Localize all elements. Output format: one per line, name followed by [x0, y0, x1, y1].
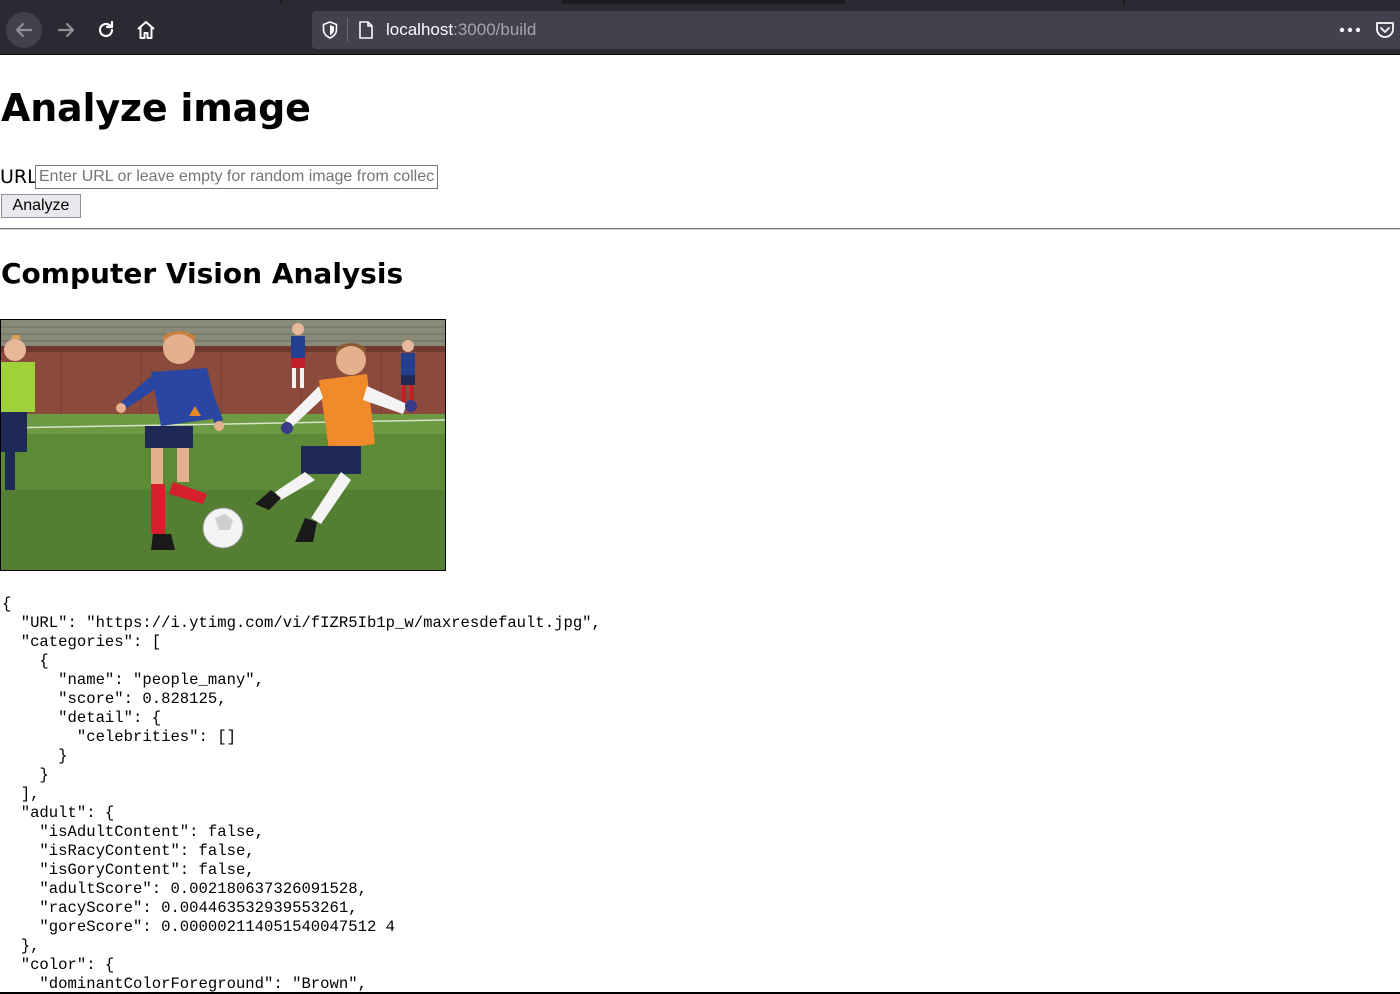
shield-icon[interactable] — [320, 20, 340, 40]
url-host: localhost — [386, 20, 454, 39]
url-path: :3000/build — [453, 20, 537, 39]
analysis-json-output: { "URL": "https://i.ytimg.com/vi/fIZR5Ib… — [2, 595, 601, 993]
analyze-button[interactable]: Analyze — [1, 194, 81, 218]
pocket-icon[interactable] — [1374, 19, 1396, 41]
page-actions-button[interactable] — [1336, 19, 1364, 41]
page-title: Analyze image — [1, 86, 311, 130]
reload-button[interactable] — [88, 12, 124, 48]
forward-button[interactable] — [48, 12, 84, 48]
tab[interactable] — [282, 0, 562, 4]
home-icon — [137, 21, 155, 39]
browser-toolbar: localhost:3000/build — [0, 0, 1400, 55]
reload-icon — [98, 20, 114, 38]
more-dots-icon — [1339, 27, 1361, 33]
arrow-left-icon — [15, 22, 33, 38]
page-icon[interactable] — [357, 20, 375, 40]
url-text[interactable]: localhost:3000/build — [386, 20, 536, 40]
tab[interactable] — [0, 0, 280, 4]
section-title: Computer Vision Analysis — [1, 257, 404, 290]
address-bar[interactable]: localhost:3000/build — [312, 11, 1400, 49]
tab[interactable] — [1125, 0, 1400, 4]
soccer-photo — [1, 320, 445, 570]
horizontal-rule — [0, 228, 1400, 230]
url-label: URL — [0, 166, 38, 188]
tab-strip — [0, 0, 1400, 4]
home-button[interactable] — [128, 12, 164, 48]
urlbar-separator — [347, 18, 348, 42]
url-input[interactable] — [35, 165, 438, 189]
back-button[interactable] — [6, 12, 42, 48]
analyzed-image — [0, 319, 446, 571]
arrow-right-icon — [57, 22, 75, 38]
page-content: Analyze image URL Analyze Computer Visio… — [0, 56, 1400, 994]
tab[interactable] — [845, 0, 1123, 4]
